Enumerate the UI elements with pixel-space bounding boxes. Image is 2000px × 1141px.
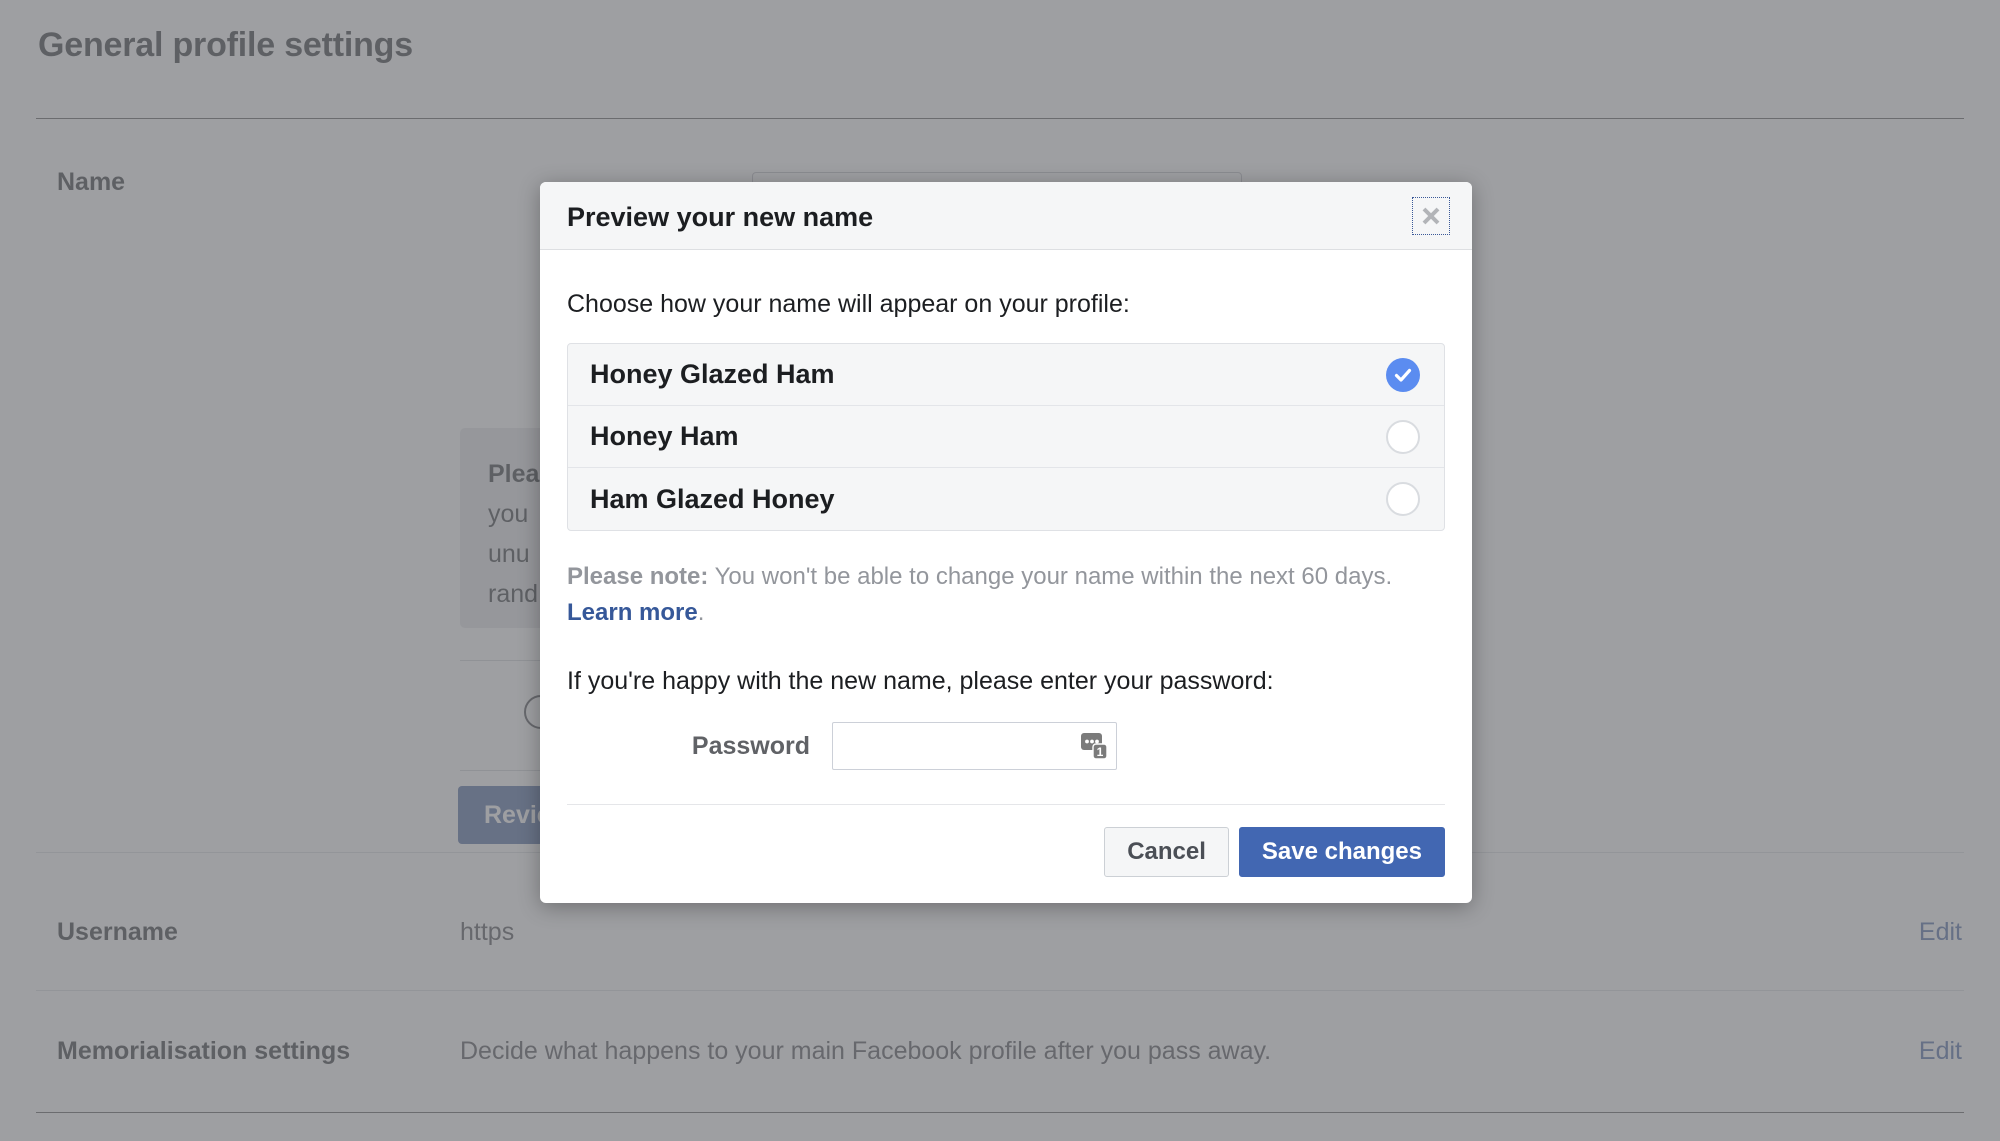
close-icon[interactable] [1412, 197, 1450, 235]
name-option-label: Honey Glazed Ham [590, 359, 835, 389]
radio-empty-icon[interactable] [1386, 419, 1420, 454]
note-lead: Please note: [567, 563, 709, 590]
save-changes-button[interactable]: Save changes [1238, 827, 1445, 877]
note-body: You won't be able to change your name wi… [708, 563, 1393, 590]
note-tail: . [697, 599, 705, 626]
preview-name-dialog: Preview your new name Choose how your na… [540, 182, 1472, 903]
name-option-list: Honey Glazed Ham Honey Ham Ham Glazed Ho… [567, 343, 1445, 531]
radio-empty-icon[interactable] [1386, 482, 1420, 516]
check-circle-icon[interactable] [1386, 357, 1420, 392]
cancel-button[interactable]: Cancel [1104, 827, 1229, 877]
password-row: Password 1 [567, 722, 1445, 770]
dialog-body: Choose how your name will appear on your… [540, 250, 1472, 805]
dialog-title: Preview your new name [567, 202, 874, 232]
svg-text:1: 1 [1097, 745, 1104, 759]
learn-more-link[interactable]: Learn more [567, 599, 698, 626]
password-field-wrap: 1 [832, 722, 1117, 770]
name-option-row[interactable]: Ham Glazed Honey [568, 468, 1444, 530]
name-option-row[interactable]: Honey Glazed Ham [568, 344, 1444, 406]
name-option-row[interactable]: Honey Ham [568, 406, 1444, 468]
dialog-header: Preview your new name [540, 182, 1472, 250]
name-option-label: Ham Glazed Honey [590, 483, 835, 514]
password-label: Password [691, 731, 810, 760]
dialog-footer: Cancel Save changes [540, 805, 1472, 903]
name-change-note: Please note: You won't be able to change… [567, 559, 1445, 631]
choose-name-prompt: Choose how your name will appear on your… [567, 290, 1130, 318]
password-prompt: If you're happy with the new name, pleas… [567, 667, 1274, 695]
password-input[interactable] [832, 722, 1117, 770]
password-manager-icon[interactable]: 1 [1077, 729, 1111, 763]
name-option-label: Honey Ham [590, 421, 739, 451]
